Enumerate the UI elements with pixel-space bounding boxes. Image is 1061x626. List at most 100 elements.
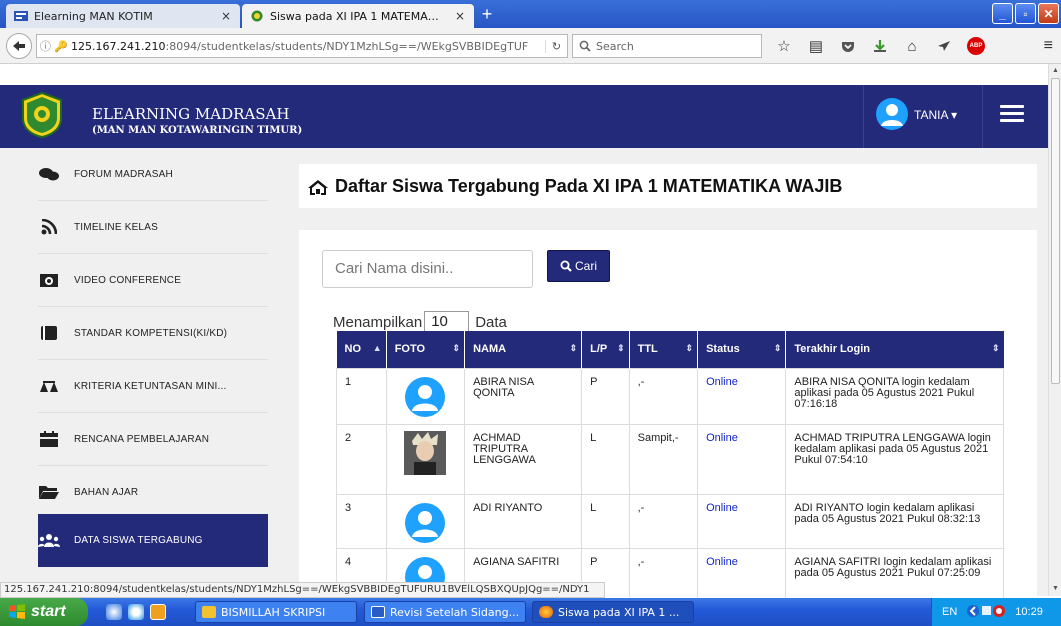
header-label: TTL: [637, 343, 658, 356]
calendar-icon: [38, 431, 60, 447]
browser-titlebar: Elearning MAN KOTIM × Siswa pada XI IPA …: [0, 0, 1061, 28]
cell-no: 2: [336, 423, 387, 495]
sidebar-item-data-siswa[interactable]: DATA SISWA TERGABUNG: [38, 514, 268, 567]
reload-icon[interactable]: ↻: [545, 39, 567, 53]
divider: [863, 85, 864, 148]
cell-login: ABIRA NISA QONITA login kedalam aplikasi…: [785, 367, 1004, 425]
sidebar-item-timeline[interactable]: TIMELINE KELAS: [38, 201, 268, 254]
page-title: Daftar Siswa Tergabung Pada XI IPA 1 MAT…: [335, 176, 843, 196]
tab-siswa[interactable]: Siswa pada XI IPA 1 MATEMA… ×: [242, 4, 474, 28]
cell-login: ADI RIYANTO login kedalam aplikasi pada …: [785, 493, 1004, 549]
adblock-icon[interactable]: ABP: [964, 36, 988, 56]
sidebar-item-rencana[interactable]: RENCANA PEMBELAJARAN: [38, 413, 268, 466]
sidebar-item-standar-kompetensi[interactable]: STANDAR KOMPETENSI(KI/KD): [38, 307, 268, 360]
column-header-lp[interactable]: L/P ⇕: [581, 331, 630, 368]
madrasah-logo[interactable]: [20, 91, 64, 139]
sidebar-toggle-button[interactable]: [1000, 105, 1024, 125]
address-bar[interactable]: ⓘ 🔑 125.167.241.210:8094/studentkelas/st…: [36, 34, 568, 58]
sidebar-item-video-conference[interactable]: VIDEO CONFERENCE: [38, 254, 268, 307]
cell-lp: L: [581, 423, 630, 495]
user-menu-toggle[interactable]: TANIA ▾: [914, 108, 957, 122]
home-icon[interactable]: ⌂: [900, 36, 924, 56]
tab-label: Elearning MAN KOTIM: [34, 9, 153, 23]
new-tab-button[interactable]: +: [478, 5, 496, 24]
sidebar-item-label: KRITERIA KETUNTASAN MINI...: [74, 380, 227, 392]
start-button[interactable]: start: [0, 598, 88, 626]
column-header-nama[interactable]: NAMA ⇕: [464, 331, 583, 368]
column-header-status[interactable]: Status ⇕: [697, 331, 787, 368]
scroll-down-icon[interactable]: ▼: [1049, 582, 1061, 596]
close-tab-icon[interactable]: ×: [220, 9, 232, 23]
close-tab-icon[interactable]: ×: [454, 9, 466, 23]
page-length-select[interactable]: 10: [424, 311, 470, 333]
taskbar-item-label: Siswa pada XI IPA 1 ...: [558, 605, 680, 619]
language-indicator[interactable]: EN: [942, 606, 957, 618]
user-avatar-icon: [405, 502, 446, 543]
page-scrollbar[interactable]: ▲ ▼: [1048, 64, 1061, 596]
page-title-row: Daftar Siswa Tergabung Pada XI IPA 1 MAT…: [307, 176, 842, 197]
sort-icon: ⇕: [991, 343, 1000, 353]
cell-no: 3: [336, 493, 387, 549]
minimize-icon[interactable]: _: [992, 3, 1013, 24]
taskbar-item-label: Revisi Setelah Sidang...: [390, 605, 520, 619]
site-info-icon[interactable]: ⓘ 🔑: [37, 38, 71, 54]
cell-login: AGIANA SAFITRI login kedalam aplikasi pa…: [785, 547, 1004, 602]
cell-login: ACHMAD TRIPUTRA LENGGAWA login kedalam a…: [785, 423, 1004, 495]
app-header: ELEARNING MADRASAH (MAN MAN KOTAWARINGIN…: [0, 85, 1048, 148]
bookmark-star-icon[interactable]: ☆: [772, 36, 796, 56]
download-icon[interactable]: [868, 36, 892, 56]
maximize-icon[interactable]: ▫: [1015, 3, 1036, 24]
send-icon[interactable]: [932, 36, 956, 56]
sidebar-item-forum[interactable]: FORUM MADRASAH: [38, 148, 268, 201]
window-controls: _ ▫ ✕: [992, 3, 1059, 24]
browser-search-box[interactable]: Search: [572, 34, 762, 58]
search-button[interactable]: Cari: [547, 250, 610, 282]
tray-icons[interactable]: [967, 604, 1006, 621]
url-host: 125.167.241.210: [71, 39, 166, 53]
close-window-icon[interactable]: ✕: [1038, 3, 1059, 24]
taskbar-item-folder[interactable]: BISMILLAH SKRIPSI: [195, 601, 357, 623]
user-avatar-icon[interactable]: [876, 98, 908, 130]
url-text[interactable]: 125.167.241.210:8094/studentkelas/studen…: [71, 40, 545, 53]
reading-list-icon[interactable]: ▤: [804, 36, 828, 56]
caret-down-icon: ▾: [951, 108, 958, 122]
chrome-quicklaunch-icon[interactable]: [128, 604, 144, 620]
tab-elearning[interactable]: Elearning MAN KOTIM ×: [6, 4, 240, 28]
sort-icon: ⇕: [685, 343, 694, 353]
sidebar: FORUM MADRASAH TIMELINE KELAS VIDEO CONF…: [0, 148, 285, 596]
brand-subtitle: (MAN MAN KOTAWARINGIN TIMUR): [92, 125, 303, 136]
browser-toolbar: ⓘ 🔑 125.167.241.210:8094/studentkelas/st…: [0, 28, 1061, 64]
user-name: TANIA: [914, 108, 948, 122]
sidebar-item-bahan-ajar[interactable]: BAHAN AJAR: [38, 466, 268, 519]
taskbar-item-browser[interactable]: Siswa pada XI IPA 1 ...: [532, 601, 694, 623]
column-header-login[interactable]: Terakhir Login ⇕: [785, 331, 1004, 368]
taskbar-item-word[interactable]: Revisi Setelah Sidang...: [364, 601, 526, 623]
back-arrow-icon: [13, 41, 25, 51]
cell-nama: ABIRA NISA QONITA: [464, 367, 583, 425]
column-header-ttl[interactable]: TTL ⇕: [629, 331, 699, 368]
sidebar-item-kkm[interactable]: KRITERIA KETUNTASAN MINI...: [38, 360, 268, 413]
cell-ttl: ,-: [628, 367, 699, 425]
column-header-no[interactable]: NO ▲: [336, 331, 387, 368]
sort-icon: ⇕: [617, 343, 625, 353]
madrasah-favicon-icon: [250, 10, 264, 22]
scroll-up-icon[interactable]: ▲: [1049, 64, 1061, 78]
scrollbar-thumb[interactable]: [1051, 78, 1060, 384]
back-button[interactable]: [6, 33, 32, 59]
book-icon: [38, 325, 60, 341]
brand-title[interactable]: ELEARNING MADRASAH: [92, 105, 289, 123]
taskbar-item-label: BISMILLAH SKRIPSI: [221, 605, 326, 619]
search-input[interactable]: Cari Nama disini..: [322, 250, 533, 288]
cell-nama: ADI RIYANTO: [464, 493, 583, 549]
camera-icon: [38, 272, 60, 288]
search-button-label: Cari: [574, 259, 597, 273]
rss-icon: [38, 219, 60, 235]
browser-menu-icon[interactable]: ≡: [1044, 37, 1053, 55]
sidebar-item-label: VIDEO CONFERENCE: [74, 274, 182, 286]
column-header-foto[interactable]: FOTO ⇕: [386, 331, 466, 368]
cell-no: 1: [336, 367, 387, 425]
pocket-icon[interactable]: [836, 36, 860, 56]
ie-quicklaunch-icon[interactable]: [106, 604, 122, 620]
opera-quicklaunch-icon[interactable]: [150, 604, 166, 620]
length-prefix: Menampilkan: [333, 313, 423, 331]
